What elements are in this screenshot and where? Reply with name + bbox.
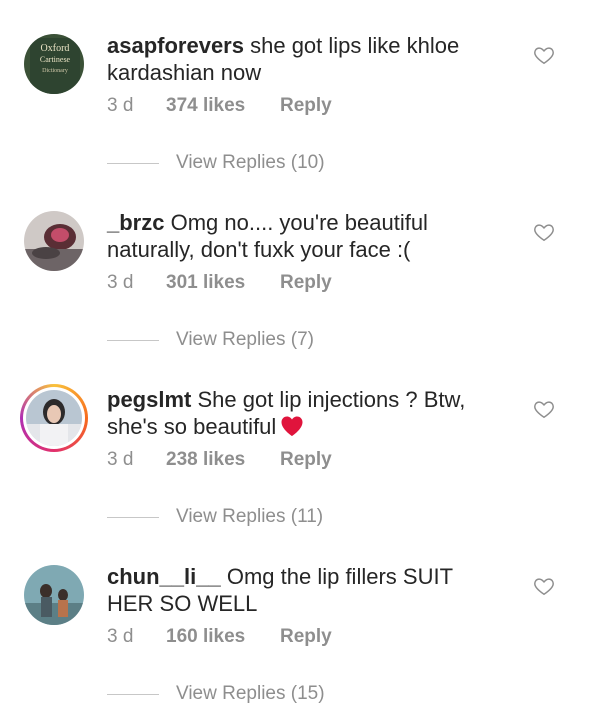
- comment-likes[interactable]: 160 likes: [166, 625, 245, 649]
- red-heart-emoji-icon: [281, 416, 303, 436]
- comment-username[interactable]: _brzc: [107, 210, 164, 235]
- avatar[interactable]: Oxford Cartinese Dictionary: [24, 34, 84, 94]
- reply-button[interactable]: Reply: [280, 625, 332, 649]
- comment-text: chun__li__ Omg the lip fillers SUIT HER …: [107, 563, 497, 617]
- comment-text: _brzc Omg no.... you're beautiful natura…: [107, 209, 497, 263]
- avatar[interactable]: [24, 565, 84, 625]
- comment-username[interactable]: pegslmt: [107, 387, 191, 412]
- avatar[interactable]: [23, 387, 85, 449]
- comment-text: pegslmt She got lip injections ? Btw, sh…: [107, 386, 497, 440]
- view-replies-label[interactable]: View Replies (11): [176, 505, 323, 529]
- comment-time: 3 d: [107, 449, 134, 470]
- view-replies-label[interactable]: View Replies (10): [176, 151, 325, 175]
- avatar-text-2: Cartinese: [40, 55, 71, 64]
- reply-button[interactable]: Reply: [280, 448, 332, 472]
- comment-username[interactable]: asapforevers: [107, 33, 244, 58]
- comment-username[interactable]: chun__li__: [107, 564, 221, 589]
- comment-time: 3 d: [107, 95, 134, 116]
- replies-divider: [107, 163, 159, 164]
- comment-time: 3 d: [107, 272, 134, 293]
- avatar-text-1: Oxford: [41, 43, 70, 54]
- reply-button[interactable]: Reply: [280, 94, 332, 118]
- comment-likes[interactable]: 238 likes: [166, 448, 245, 472]
- avatar-story-ring[interactable]: [20, 384, 88, 452]
- replies-divider: [107, 517, 159, 518]
- comment-likes[interactable]: 301 likes: [166, 271, 245, 295]
- like-heart-icon[interactable]: [533, 221, 555, 243]
- avatar[interactable]: [24, 211, 84, 271]
- view-replies-label[interactable]: View Replies (15): [176, 682, 325, 706]
- avatar-text-3: Dictionary: [42, 68, 68, 74]
- comment-text: asapforevers she got lips like khloe kar…: [107, 32, 497, 86]
- replies-divider: [107, 340, 159, 341]
- view-replies-label[interactable]: View Replies (7): [176, 328, 314, 352]
- like-heart-icon[interactable]: [533, 575, 555, 597]
- like-heart-icon[interactable]: [533, 398, 555, 420]
- reply-button[interactable]: Reply: [280, 271, 332, 295]
- comment-likes[interactable]: 374 likes: [166, 94, 245, 118]
- replies-divider: [107, 694, 159, 695]
- like-heart-icon[interactable]: [533, 44, 555, 66]
- comment-time: 3 d: [107, 626, 134, 647]
